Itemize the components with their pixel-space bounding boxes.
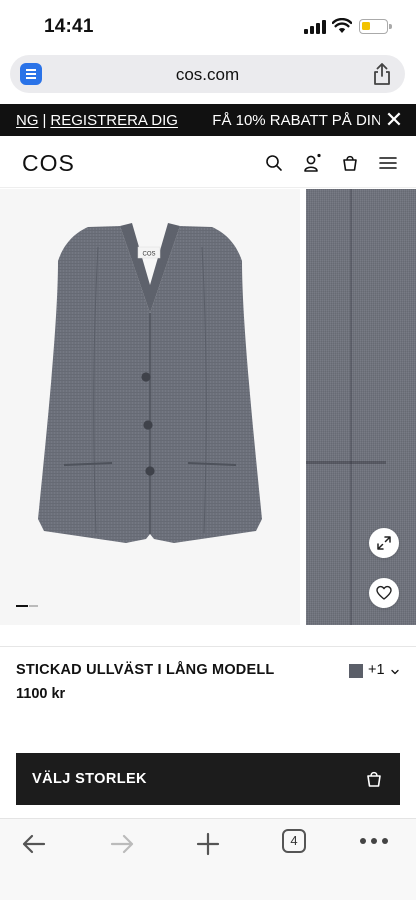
close-banner-button[interactable]: ✕	[380, 106, 408, 134]
heart-icon	[376, 585, 392, 600]
wifi-icon	[332, 18, 352, 33]
new-tab-icon[interactable]	[194, 829, 222, 859]
battery-icon	[359, 19, 392, 34]
promo-banner: NG | REGISTRERA DIG FÅ 10% RABATT PÅ DIN ✕	[0, 104, 416, 136]
menu-icon[interactable]	[378, 153, 398, 173]
product-gallery[interactable]: COS	[0, 189, 416, 625]
favorite-button[interactable]	[369, 578, 399, 608]
promo-link-login[interactable]: NG	[16, 112, 39, 129]
pagination-active	[16, 605, 28, 607]
address-bar[interactable]: cos.com	[10, 55, 405, 93]
browser-toolbar: 4	[0, 818, 416, 900]
account-icon[interactable]	[302, 153, 322, 173]
promo-text: NG | REGISTRERA DIG FÅ 10% RABATT PÅ DIN	[16, 112, 382, 129]
pagination-inactive	[29, 605, 38, 607]
promo-offer[interactable]: FÅ 10% RABATT PÅ DIN	[212, 112, 382, 129]
select-size-label: VÄLJ STORLEK	[32, 771, 147, 787]
vest-illustration: COS	[38, 223, 262, 543]
promo-link-register[interactable]: REGISTRERA DIG	[50, 112, 178, 129]
forward-icon[interactable]	[108, 829, 136, 859]
vest-label-tag: COS	[142, 252, 155, 258]
more-colors-count[interactable]: +1	[368, 662, 385, 678]
url-text[interactable]: cos.com	[10, 65, 405, 85]
product-detail-image[interactable]	[306, 189, 416, 625]
search-icon[interactable]	[264, 153, 284, 173]
more-icon[interactable]	[360, 838, 388, 844]
add-to-bag-icon	[367, 771, 381, 787]
cellular-signal-icon	[304, 20, 326, 34]
status-time: 14:41	[44, 16, 94, 37]
chevron-down-icon[interactable]	[391, 668, 399, 676]
status-bar: 14:41	[0, 0, 416, 54]
share-icon[interactable]	[371, 62, 393, 86]
section-divider	[0, 646, 416, 647]
product-name: STICKAD ULLVÄST I LÅNG MODELL	[16, 662, 275, 678]
color-swatch[interactable]	[349, 664, 363, 678]
product-image[interactable]: COS	[0, 189, 300, 625]
gallery-pagination	[16, 605, 38, 608]
expand-icon	[377, 536, 391, 550]
tabs-count-button[interactable]: 4	[282, 829, 306, 853]
expand-image-button[interactable]	[369, 528, 399, 558]
select-size-button[interactable]: VÄLJ STORLEK	[16, 753, 400, 805]
cos-logo[interactable]: COS	[22, 150, 75, 177]
site-header: COS	[0, 136, 416, 188]
bag-icon[interactable]	[340, 153, 360, 173]
back-icon[interactable]	[20, 829, 48, 859]
promo-separator: |	[42, 112, 47, 129]
product-price: 1100 kr	[16, 686, 66, 702]
